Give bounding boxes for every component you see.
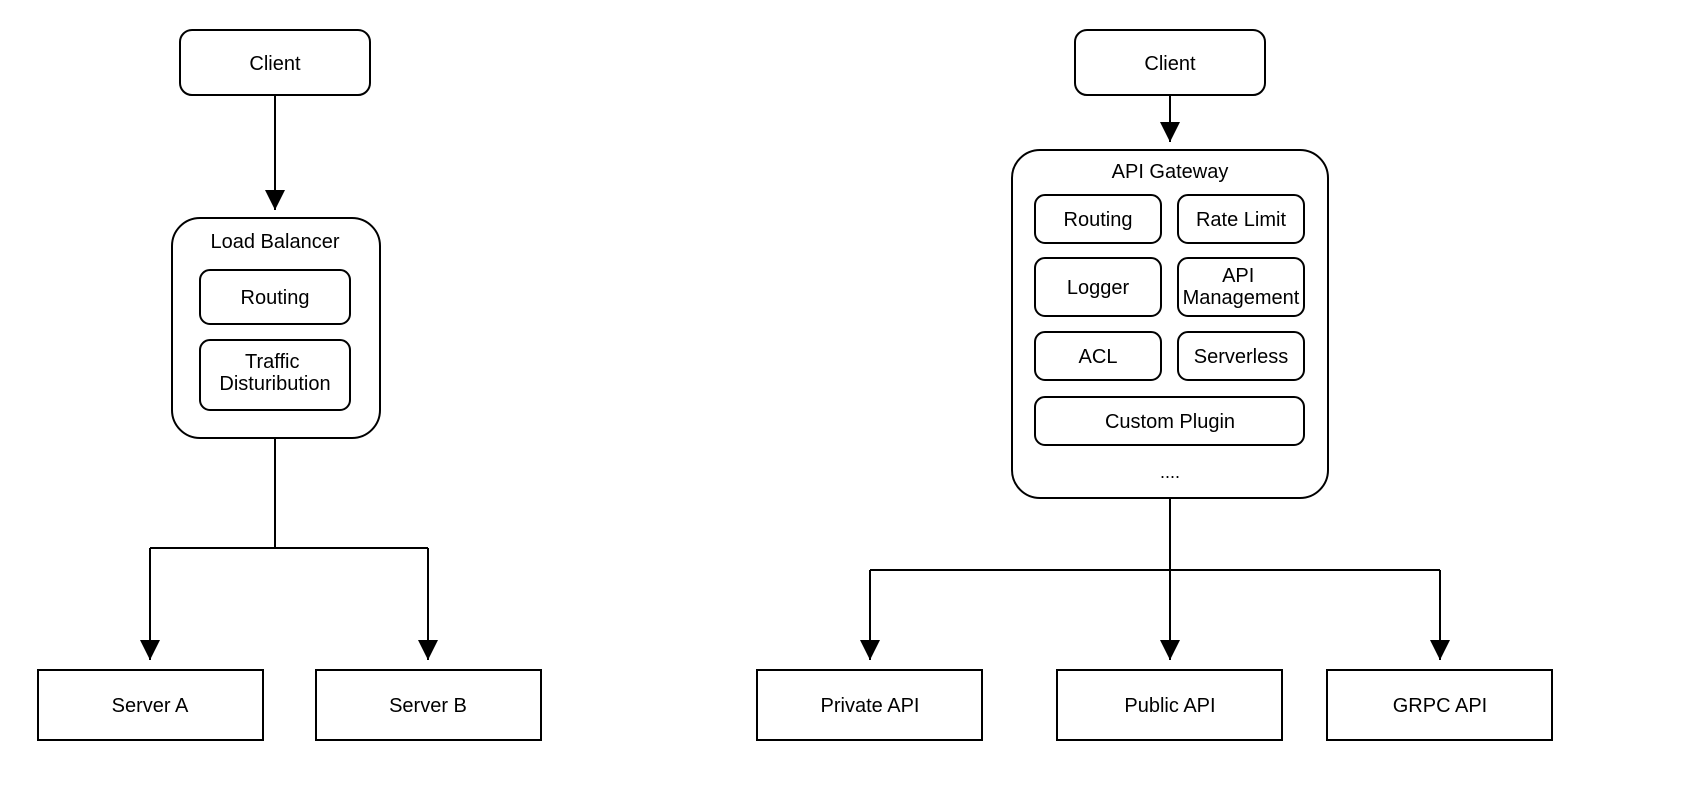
gw-item-ratelimit-label: Rate Limit (1196, 209, 1286, 231)
gw-item-customplugin-label: Custom Plugin (1105, 411, 1235, 433)
gw-item-routing-label: Routing (1064, 209, 1133, 231)
gw-ellipsis: .... (1160, 462, 1180, 482)
client-label-left: Client (249, 53, 301, 75)
grpc-api-label: GRPC API (1393, 695, 1487, 717)
private-api-label: Private API (821, 695, 920, 717)
api-gateway-title: API Gateway (1112, 161, 1229, 183)
public-api-label: Public API (1124, 695, 1215, 717)
gw-item-acl-label: ACL (1079, 346, 1118, 368)
server-b-label: Server B (389, 695, 467, 717)
load-balancer-title: Load Balancer (211, 231, 340, 253)
lb-item-routing-label: Routing (241, 287, 310, 309)
server-a-label: Server A (112, 695, 189, 717)
client-label-right: Client (1144, 53, 1196, 75)
gw-item-serverless-label: Serverless (1194, 346, 1288, 368)
gw-item-logger-label: Logger (1067, 277, 1130, 299)
